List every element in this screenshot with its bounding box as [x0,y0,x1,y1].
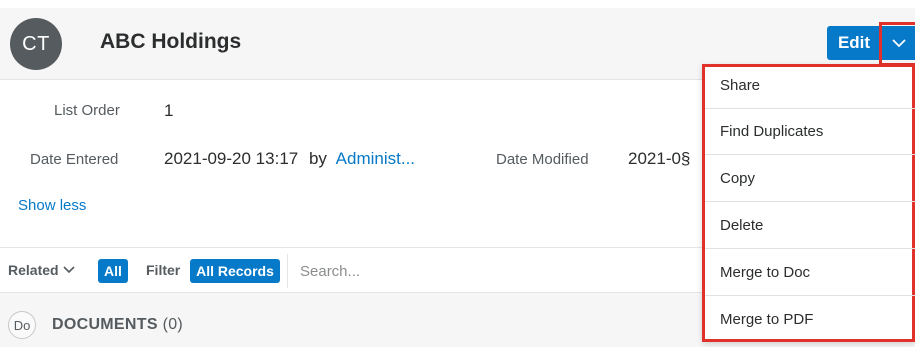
by-label: by [308,149,327,168]
all-records-pill[interactable]: All Records [190,259,280,283]
top-strip [0,0,915,8]
menu-item-merge-to-pdf[interactable]: Merge to PDF [705,296,915,342]
filter-label: Filter [146,262,181,278]
edit-button[interactable]: Edit [827,26,881,60]
date-modified-label: Date Modified [496,151,589,168]
related-dropdown[interactable]: Related [8,262,75,278]
avatar: CT [10,18,62,70]
documents-badge: Do [8,311,36,339]
date-entered-value: 2021-09-20 13:17 [164,149,299,168]
menu-item-share[interactable]: Share [705,63,915,109]
list-order-value: 1 [164,101,174,120]
date-entered-field: 2021-09-20 13:17 by Administ... [164,149,415,169]
menu-item-copy[interactable]: Copy [705,156,915,202]
entered-by-link[interactable]: Administ... [336,149,415,168]
date-entered-label: Date Entered [30,151,119,168]
all-pill[interactable]: All [98,259,128,283]
caret-highlight-box [879,22,915,66]
list-order-label: List Order [54,102,120,119]
avatar-initials: CT [22,32,50,55]
documents-title: DOCUMENTS (0) [52,316,183,334]
menu-item-find-duplicates[interactable]: Find Duplicates [705,109,915,155]
date-modified-value: 2021-0§ [628,149,691,168]
documents-count: (0) [162,316,184,333]
page-title: ABC Holdings [100,30,242,53]
search-input[interactable] [287,254,707,288]
related-label: Related [8,262,59,278]
menu-item-delete[interactable]: Delete [705,203,915,249]
actions-dropdown-menu: Share Find Duplicates Copy Delete Merge … [702,64,915,342]
documents-title-label: DOCUMENTS [52,316,158,333]
menu-item-merge-to-doc[interactable]: Merge to Doc [705,250,915,296]
show-less-link[interactable]: Show less [18,197,86,214]
chevron-down-icon [63,266,75,274]
